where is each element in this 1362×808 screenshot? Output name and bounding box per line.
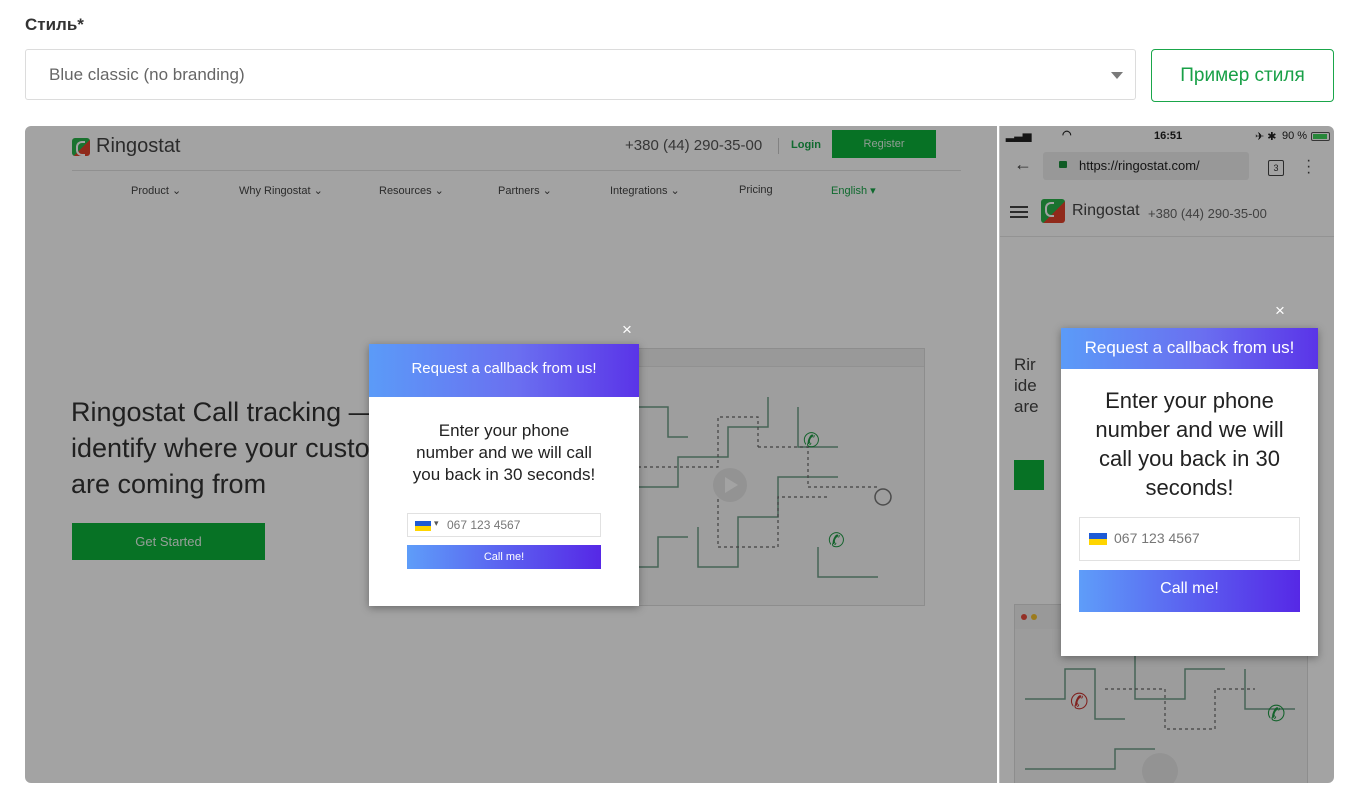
callback-popup: Request a callback from us! Enter your p… <box>369 344 639 606</box>
style-preview: Ringostat +380 (44) 290-35-00 Login Regi… <box>25 126 1334 783</box>
call-me-button[interactable]: Call me! <box>407 545 601 569</box>
style-select[interactable]: Blue classic (no branding) <box>25 49 1136 100</box>
style-example-button[interactable]: Пример стиля <box>1151 49 1334 102</box>
chevron-down-icon <box>1111 72 1123 79</box>
desktop-preview: Ringostat +380 (44) 290-35-00 Login Regi… <box>25 126 997 783</box>
ukraine-flag-icon <box>1089 533 1107 545</box>
mobile-preview: ▂▃▅ ◠ 16:51 ✈ ✱ 90 % ← https://ringostat… <box>999 126 1334 783</box>
popup-close-icon[interactable]: × <box>1275 302 1285 319</box>
phone-input-placeholder: 067 123 4567 <box>447 518 521 532</box>
style-select-value: Blue classic (no branding) <box>49 65 245 84</box>
phone-input-placeholder: 067 123 4567 <box>1114 530 1200 546</box>
style-field-label: Стиль* <box>25 15 84 34</box>
popup-message: Enter your phone number and we will call… <box>412 421 596 484</box>
popup-header: Request a callback from us! <box>369 344 639 397</box>
phone-input[interactable]: ▾ 067 123 4567 <box>407 513 601 537</box>
popup-header: Request a callback from us! <box>1061 328 1318 369</box>
popup-close-icon[interactable]: × <box>622 321 632 338</box>
popup-message: Enter your phone number and we will call… <box>1095 388 1284 500</box>
ukraine-flag-icon <box>415 521 431 531</box>
mobile-callback-popup: Request a callback from us! Enter your p… <box>1061 328 1318 656</box>
chevron-down-icon[interactable]: ▾ <box>434 518 439 529</box>
call-me-button[interactable]: Call me! <box>1079 570 1300 612</box>
phone-input[interactable]: 067 123 4567 <box>1079 517 1300 561</box>
